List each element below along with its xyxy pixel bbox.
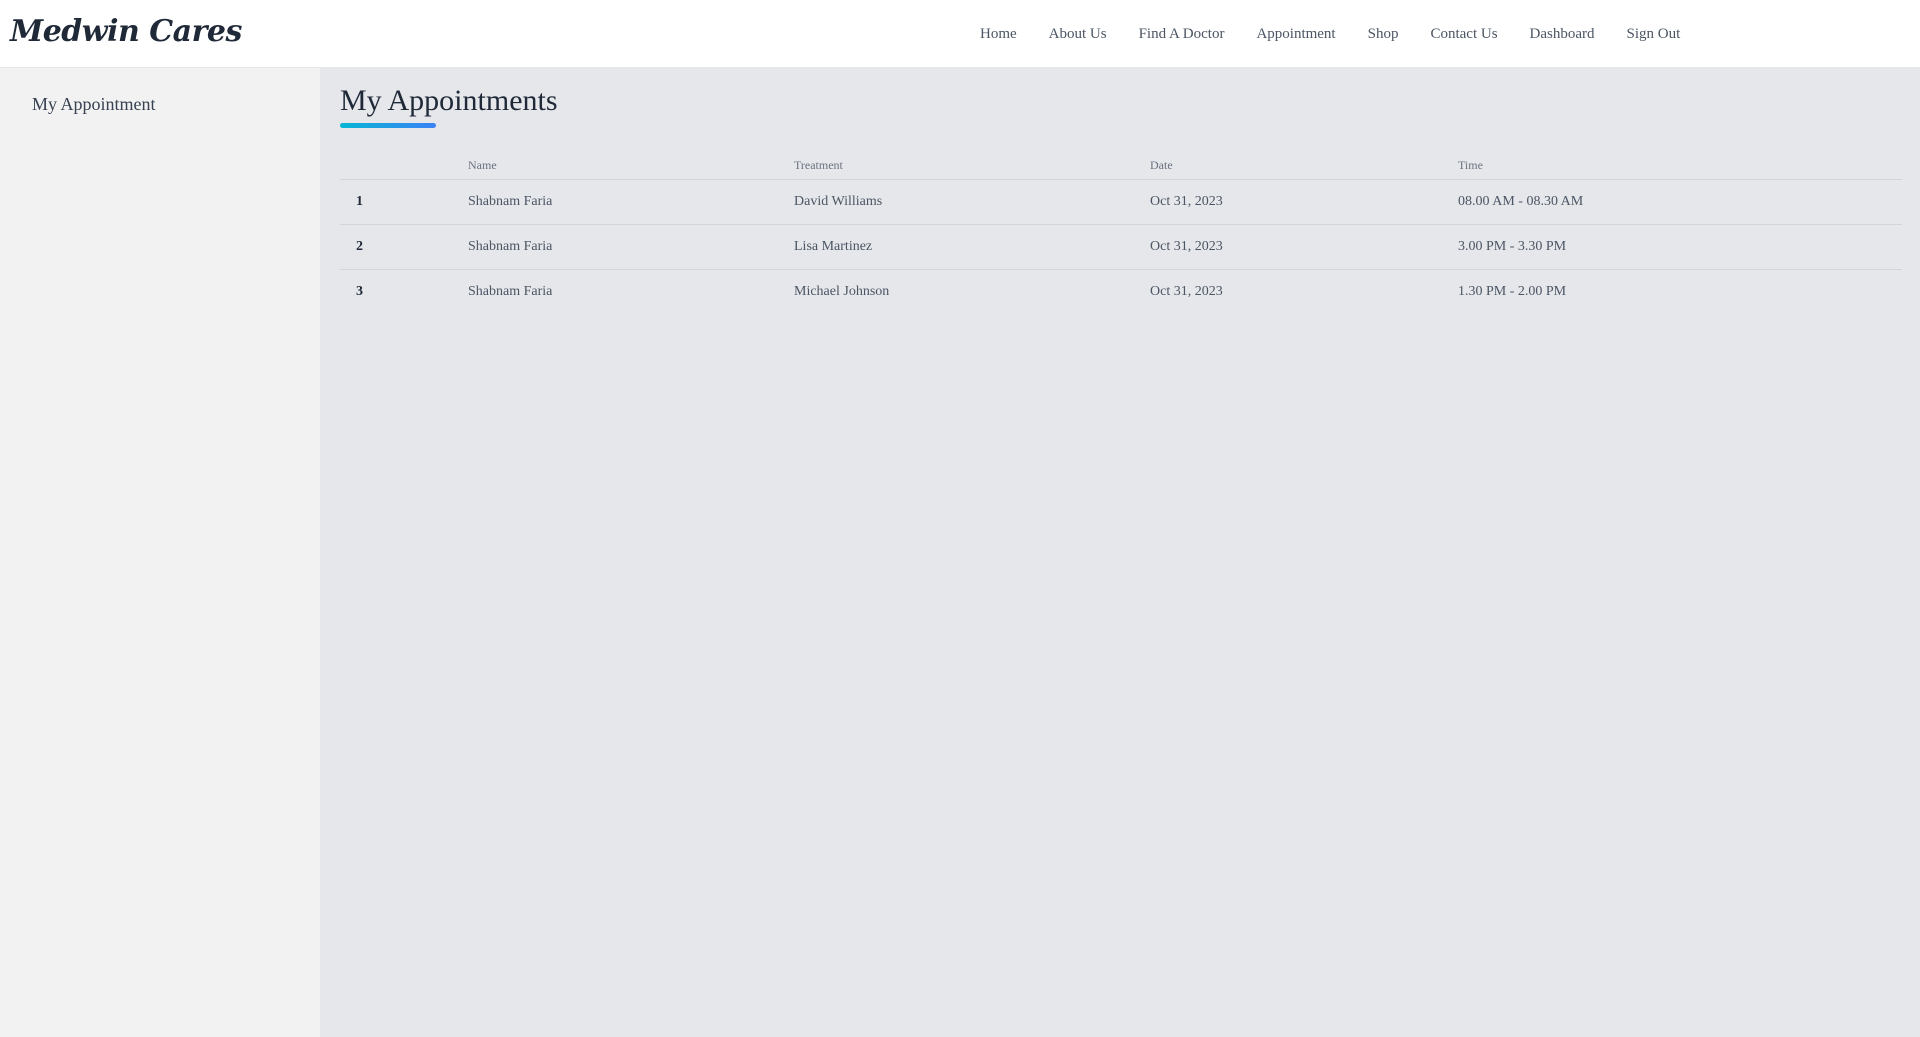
row-name: Shabnam Faria (468, 284, 553, 299)
column-header-name: Name (468, 158, 497, 172)
table-row: 3 Shabnam Faria Michael Johnson Oct 31, … (340, 270, 1902, 315)
nav-dashboard-link[interactable]: Dashboard (1530, 26, 1595, 43)
row-name: Shabnam Faria (468, 194, 553, 209)
row-time: 3.00 PM - 3.30 PM (1458, 239, 1567, 254)
row-time: 08.00 AM - 08.30 AM (1458, 194, 1584, 209)
row-date: Oct 31, 2023 (1150, 194, 1223, 209)
table-row: 1 Shabnam Faria David Williams Oct 31, 2… (340, 180, 1902, 225)
sidebar-item-my-appointment[interactable]: My Appointment (32, 94, 156, 115)
row-name: Shabnam Faria (468, 239, 553, 254)
column-header-time: Time (1458, 158, 1483, 172)
logo[interactable]: Medwin Cares (10, 14, 242, 49)
title-underline (340, 123, 436, 128)
row-date: Oct 31, 2023 (1150, 284, 1223, 299)
page-title: My Appointments (340, 84, 558, 117)
nav-contact-us-link[interactable]: Contact Us (1430, 26, 1497, 43)
nav-shop-link[interactable]: Shop (1368, 26, 1399, 43)
nav-appointment-link[interactable]: Appointment (1256, 26, 1335, 43)
nav-links: Home About Us Find A Doctor Appointment … (980, 0, 1712, 68)
row-treatment: Lisa Martinez (794, 239, 873, 254)
row-index: 3 (356, 284, 363, 299)
row-index: 1 (356, 194, 363, 209)
table-row: 2 Shabnam Faria Lisa Martinez Oct 31, 20… (340, 225, 1902, 270)
table-header: Name Treatment Date Time (340, 148, 1902, 180)
sidebar: My Appointment (0, 68, 320, 1037)
row-index: 2 (356, 239, 363, 254)
main-content: My Appointments Name Treatment Date Time… (320, 68, 1920, 1037)
nav-about-us-link[interactable]: About Us (1049, 26, 1107, 43)
appointments-table: Name Treatment Date Time 1 Shabnam Faria… (340, 148, 1902, 315)
row-treatment: David Williams (794, 194, 883, 209)
nav-find-a-doctor-link[interactable]: Find A Doctor (1139, 26, 1225, 43)
row-date: Oct 31, 2023 (1150, 239, 1223, 254)
column-header-date: Date (1150, 158, 1173, 172)
navbar: Medwin Cares Home About Us Find A Doctor… (0, 0, 1920, 68)
nav-sign-out-link[interactable]: Sign Out (1627, 26, 1681, 43)
row-treatment: Michael Johnson (794, 284, 890, 299)
row-time: 1.30 PM - 2.00 PM (1458, 284, 1567, 299)
column-header-treatment: Treatment (794, 158, 843, 172)
nav-home-link[interactable]: Home (980, 26, 1017, 43)
